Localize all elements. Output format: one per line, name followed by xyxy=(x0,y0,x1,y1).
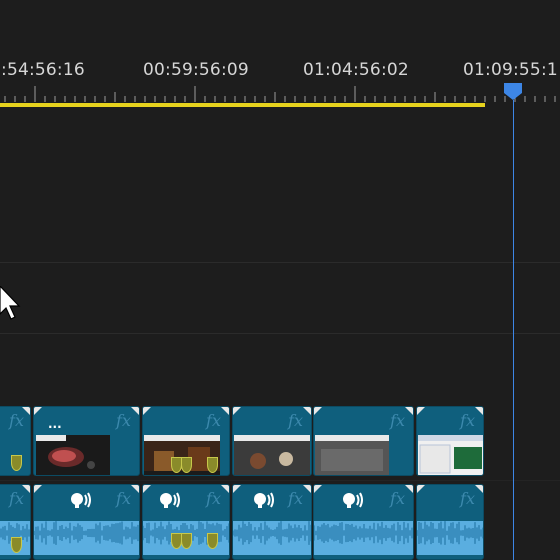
clip-corner xyxy=(417,407,425,415)
clip-corner xyxy=(34,407,42,415)
clip-corner xyxy=(221,407,229,415)
fx-icon: fx xyxy=(390,411,405,430)
clip-corner xyxy=(233,485,241,493)
clip-corner xyxy=(131,407,139,415)
timecode-label: 00:59:56:09 xyxy=(143,60,249,80)
speaker-icon xyxy=(71,492,91,508)
video-clip[interactable]: fx xyxy=(416,406,484,476)
video-clip[interactable]: fx xyxy=(232,406,312,476)
clip-corner xyxy=(143,407,151,415)
audio-clip[interactable]: fx xyxy=(33,484,140,560)
clip-label: ... xyxy=(48,417,62,431)
audio-waveform xyxy=(34,521,139,555)
clip-corner xyxy=(303,485,311,493)
timecode-label: 0:54:56:16 xyxy=(0,60,85,80)
timecode-label: 01:09:55:1 xyxy=(463,60,558,80)
time-ruler[interactable]: 0:54:56:16 00:59:56:09 01:04:56:02 01:09… xyxy=(0,0,560,112)
playhead-icon[interactable] xyxy=(504,83,522,100)
marker-icon xyxy=(181,533,192,549)
marker-icon xyxy=(11,537,22,553)
clip-corner xyxy=(314,485,322,493)
fx-icon: fx xyxy=(116,411,131,430)
fx-icon: fx xyxy=(206,411,221,430)
fx-icon: fx xyxy=(116,489,131,508)
clip-corner xyxy=(475,485,483,493)
clip-thumbnail xyxy=(234,435,310,475)
clip-corner xyxy=(303,407,311,415)
video-clip[interactable]: fx xyxy=(313,406,414,476)
video-clip[interactable]: fx xyxy=(0,406,31,476)
clip-corner xyxy=(34,485,42,493)
fx-icon: fx xyxy=(206,489,221,508)
clip-corner xyxy=(475,407,483,415)
speaker-icon xyxy=(343,492,363,508)
audio-clip[interactable]: fx xyxy=(313,484,414,560)
marker-icon xyxy=(207,533,218,549)
speaker-icon xyxy=(160,492,180,508)
audio-clip[interactable]: fx xyxy=(142,484,230,560)
fx-icon: fx xyxy=(460,411,475,430)
marker-icon xyxy=(11,455,22,471)
speaker-icon xyxy=(254,492,274,508)
audio-clip[interactable]: fx xyxy=(232,484,312,560)
clip-corner xyxy=(143,485,151,493)
marker-icon xyxy=(207,457,218,473)
audio-waveform xyxy=(417,521,483,555)
fx-icon: fx xyxy=(9,411,24,430)
track-divider xyxy=(0,480,560,481)
mouse-pointer-icon xyxy=(0,286,21,320)
track-divider xyxy=(0,333,560,334)
clip-corner xyxy=(221,485,229,493)
clip-corner xyxy=(233,407,241,415)
fx-icon: fx xyxy=(460,489,475,508)
audio-clip[interactable]: fx xyxy=(416,484,484,560)
marker-icon xyxy=(181,457,192,473)
audio-waveform xyxy=(233,521,311,555)
fx-icon: fx xyxy=(288,489,303,508)
video-clip[interactable]: fx xyxy=(142,406,230,476)
timecode-label: 01:04:56:02 xyxy=(303,60,409,80)
fx-icon: fx xyxy=(9,489,24,508)
clip-corner xyxy=(405,485,413,493)
playhead-line[interactable] xyxy=(513,100,514,560)
clip-corner xyxy=(131,485,139,493)
clip-thumbnail xyxy=(36,435,110,475)
clip-corner xyxy=(417,485,425,493)
work-area-bar[interactable] xyxy=(0,103,485,107)
clip-thumbnail xyxy=(418,435,483,475)
audio-waveform xyxy=(314,521,413,555)
audio-clip[interactable]: fx xyxy=(0,484,31,560)
video-clip[interactable]: fx ... xyxy=(33,406,140,476)
clip-thumbnail xyxy=(315,435,389,475)
fx-icon: fx xyxy=(390,489,405,508)
clip-corner xyxy=(314,407,322,415)
track-divider xyxy=(0,262,560,263)
clip-corner xyxy=(405,407,413,415)
fx-icon: fx xyxy=(288,411,303,430)
